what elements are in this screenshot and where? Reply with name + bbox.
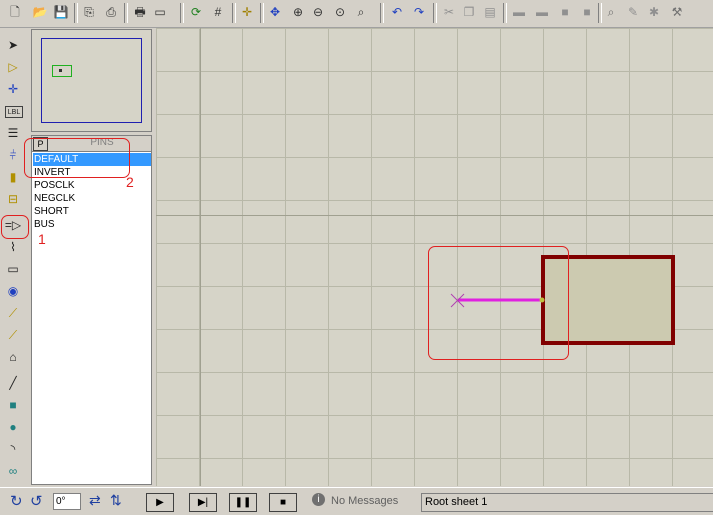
info-icon: i [312,493,325,506]
mirror-horizontal-icon[interactable]: ⇄ [89,492,101,509]
play-button[interactable]: ▶ [146,493,174,512]
annotation-label-1: 1 [38,231,46,247]
rotate-cw-icon[interactable]: ↻ [10,492,23,510]
stop-button[interactable]: ■ [269,493,297,512]
rotation-angle-field[interactable]: 0° [53,493,81,510]
status-bar: ↻ ↺ 0° ⇄ ⇅ ▶ ▶| ❚❚ ■ i No Messages Root … [0,487,713,515]
annotation-box-pin [428,246,569,360]
rotate-ccw-icon[interactable]: ↺ [30,492,43,510]
schematic-overlay [450,255,675,345]
sheet-status: Root sheet 1 [421,493,713,512]
pause-button[interactable]: ❚❚ [229,493,257,512]
annotation-label-2: 2 [126,174,134,190]
step-button[interactable]: ▶| [189,493,217,512]
annotation-box-pin-tool [1,215,29,239]
messages-status[interactable]: No Messages [331,495,398,507]
mirror-vertical-icon[interactable]: ⇅ [110,492,122,509]
annotation-box-default [24,138,130,178]
